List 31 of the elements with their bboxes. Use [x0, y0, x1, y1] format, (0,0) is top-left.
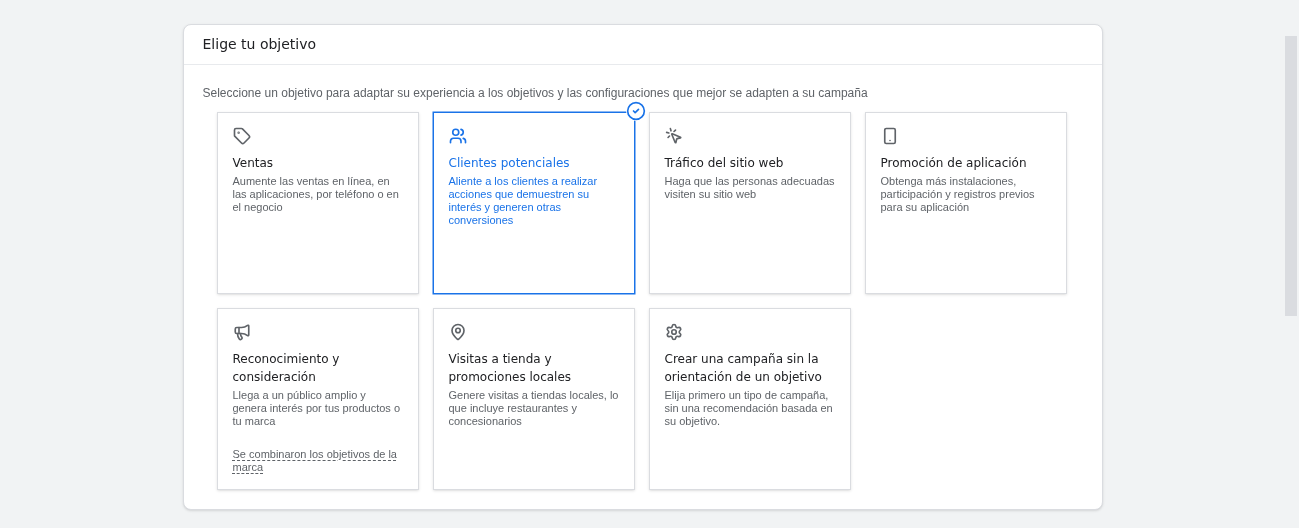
megaphone-icon: [232, 323, 251, 341]
objective-tile[interactable]: Ventas Aumente las ventas en línea, en las aplicaciones, por teléfono o en el negocio: [216, 112, 419, 294]
objective-title: Crear una campaña sin la orientación de un objetivo: [664, 351, 823, 386]
people-icon: [448, 127, 467, 145]
card-subtitle: Seleccione un objetivo para adaptar su experiencia a los objetivos y las configuraciones que mejor se adapten a su campaña: [202, 85, 868, 101]
objective-title: Clientes potenciales: [448, 155, 571, 172]
card-title: Elige tu objetivo: [183, 25, 1102, 65]
objective-title: Ventas: [232, 155, 275, 172]
objective-description: Aliente a los clientes a realizar acciones que demuestren su interés y generen otras conversiones: [448, 175, 599, 227]
objective-title: Tráfico del sitio web: [664, 155, 785, 172]
objective-description: Elija primero un tipo de campaña, sin una recomendación basada en su objetivo.: [664, 389, 834, 428]
objective-description: Llega a un público amplio y genera interés por tus productos o tu marca: [232, 389, 402, 428]
objective-title: Reconocimiento y consideración: [232, 351, 341, 386]
tag-icon: [232, 127, 251, 145]
brand-objectives-link[interactable]: Se combinaron los objetivos de la marca: [232, 448, 403, 474]
settings-icon: [664, 323, 683, 341]
map-pin-icon: [448, 323, 467, 341]
objective-description: Haga que las personas adecuadas visiten su sitio web: [664, 175, 835, 201]
objective-description: Aumente las ventas en línea, en las aplicaciones, por teléfono o en el negocio: [232, 175, 400, 214]
objective-tile[interactable]: Visitas a tienda y promociones locales Genere visitas a tiendas locales, lo que incluye restaurantes y concesionarios: [432, 308, 635, 490]
objective-title: Visitas a tienda y promociones locales: [448, 351, 573, 386]
objective-tile[interactable]: Promoción de aplicación Obtenga más instalaciones, participación y registros previos para su aplicación: [864, 112, 1067, 294]
objective-description: Obtenga más instalaciones, participación y registros previos para su aplicación: [880, 175, 1036, 214]
objective-description: Genere visitas a tiendas locales, lo que incluye restaurantes y concesionarios: [448, 389, 619, 428]
objective-title: Promoción de aplicación: [880, 155, 1028, 172]
objective-tile[interactable]: Crear una campaña sin la orientación de un objetivo Elija primero un tipo de campaña, sin una recomendación basada en su objetivo.: [648, 308, 851, 490]
objective-tile[interactable]: Clientes potenciales Aliente a los clientes a realizar acciones que demuestren su interés y generen otras conversiones: [432, 112, 635, 294]
objective-tile[interactable]: Reconocimiento y consideración Llega a un público amplio y genera interés por tus productos o tu marca Se combinaron los objetivos de la marca: [216, 308, 419, 490]
check-circle-icon: [625, 101, 646, 121]
objective-tile[interactable]: Tráfico del sitio web Haga que las personas adecuadas visiten su sitio web: [648, 112, 851, 294]
cursor-click-icon: [664, 127, 683, 145]
